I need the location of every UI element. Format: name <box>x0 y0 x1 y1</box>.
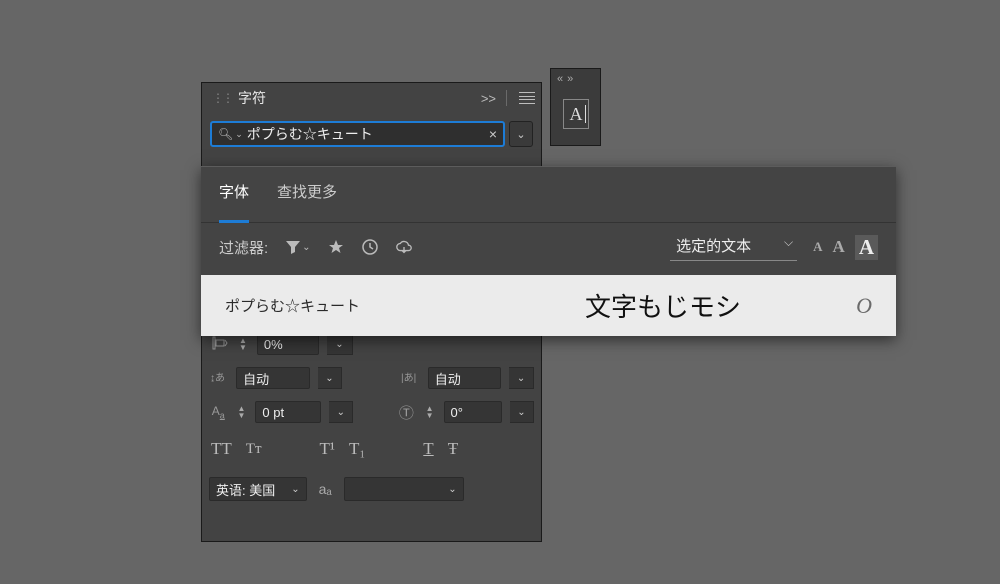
character-controls: ▲▼ 0% ⌄ ↨あ 自动 ⌄ |あ| 自动 ⌄ Aa ▲▼ 0 pt ⌄ Ⓣ … <box>205 333 538 503</box>
dropdown-tabs: 字体 查找更多 <box>201 167 896 223</box>
baseline-dropdown[interactable]: ⌄ <box>329 401 353 423</box>
small-caps-button[interactable]: Tᴛ <box>246 441 262 458</box>
chevron-down-icon: ⌄ <box>448 484 456 495</box>
anti-alias-select[interactable]: ⌄ <box>344 477 464 501</box>
menu-icon[interactable] <box>519 92 535 104</box>
rotate-input[interactable]: 0° <box>444 401 502 423</box>
svg-text:↨あ: ↨あ <box>210 372 225 384</box>
favorites-icon[interactable] <box>327 238 345 256</box>
font-dropdown-popup: 字体 查找更多 过滤器: ⌄ 选定的文本 A A A ポプらむ☆キュート 文字も… <box>201 166 896 336</box>
language-value: 英语: 美国 <box>216 480 275 499</box>
preview-size-toggle: A A A <box>813 235 878 260</box>
type-style-row: TT Tᴛ T¹ T₁ T Ŧ <box>205 435 538 463</box>
cloud-icon[interactable] <box>395 238 413 256</box>
dock-collapse-left[interactable]: « <box>557 73 563 85</box>
font-item-sample: 文字もじモシ <box>585 287 856 324</box>
preview-size-medium[interactable]: A <box>833 237 845 257</box>
spinner[interactable]: ▲▼ <box>236 406 248 419</box>
filter-icon[interactable]: ⌄ <box>284 238 310 256</box>
kerning-row: ▲▼ 0% ⌄ <box>205 333 538 355</box>
clear-icon[interactable]: × <box>487 126 499 142</box>
tracking-left-dropdown[interactable]: ⌄ <box>318 367 343 389</box>
strikethrough-button[interactable]: Ŧ <box>448 439 458 459</box>
superscript-button[interactable]: T¹ <box>320 439 335 459</box>
language-row: 英语: 美国 ⌄ aₐ ⌄ <box>205 475 538 503</box>
recent-icon[interactable] <box>361 238 379 256</box>
font-search-input[interactable]: 🔍︎ ⌄ ポプらむ☆キュート × <box>210 121 505 147</box>
preview-size-small[interactable]: A <box>813 239 822 255</box>
font-list-item[interactable]: ポプらむ☆キュート 文字もじモシ O <box>201 275 896 336</box>
spinner[interactable]: ▲▼ <box>237 338 249 351</box>
tracking-right-icon: |あ| <box>401 370 420 387</box>
kerning-input[interactable]: 0% <box>257 333 319 355</box>
svg-text:|あ|: |あ| <box>401 372 416 384</box>
collapse-button[interactable]: >> <box>477 91 500 106</box>
chevron-down-icon[interactable]: ⌄ <box>235 129 243 140</box>
tab-find-more[interactable]: 查找更多 <box>277 181 337 212</box>
rotate-icon: Ⓣ <box>397 402 416 423</box>
preview-size-large[interactable]: A <box>855 235 878 260</box>
language-select[interactable]: 英语: 美国 ⌄ <box>209 477 307 501</box>
underline-button[interactable]: T <box>423 439 433 459</box>
baseline-row: Aa ▲▼ 0 pt ⌄ Ⓣ ▲▼ 0° ⌄ <box>205 401 538 423</box>
vert-scale-icon <box>209 336 229 353</box>
baseline-input[interactable]: 0 pt <box>255 401 321 423</box>
tracking-left-input[interactable]: 自动 <box>236 367 309 389</box>
rotate-dropdown[interactable]: ⌄ <box>510 401 534 423</box>
tracking-left-icon: ↨あ <box>209 370 228 387</box>
dock-header[interactable]: « » <box>551 69 600 89</box>
docked-panel[interactable]: « » A <box>550 68 601 146</box>
font-item-name: ポプらむ☆キュート <box>225 295 585 316</box>
font-search-row: 🔍︎ ⌄ ポプらむ☆キュート × ⌄ <box>210 121 533 147</box>
chevron-down-icon: ⌄ <box>291 484 299 495</box>
dock-collapse-right[interactable]: » <box>567 73 573 85</box>
kerning-dropdown[interactable]: ⌄ <box>327 333 353 355</box>
filter-row: 过滤器: ⌄ 选定的文本 A A A <box>201 223 896 275</box>
preview-text-select[interactable]: 选定的文本 <box>670 233 797 261</box>
search-value: ポプらむ☆キュート <box>247 124 487 144</box>
font-dropdown-toggle[interactable]: ⌄ <box>509 121 533 147</box>
all-caps-button[interactable]: TT <box>211 439 232 459</box>
separator <box>506 90 507 106</box>
search-icon: 🔍︎ <box>218 127 233 141</box>
panel-title: 字符 <box>238 88 266 108</box>
character-panel-icon[interactable]: A <box>563 99 589 129</box>
anti-alias-label: aₐ <box>319 481 332 497</box>
tracking-right-input[interactable]: 自动 <box>428 367 501 389</box>
tab-fonts[interactable]: 字体 <box>219 181 249 223</box>
tracking-row: ↨あ 自动 ⌄ |あ| 自动 ⌄ <box>205 367 538 389</box>
filter-label: 过滤器: <box>219 237 268 258</box>
spinner[interactable]: ▲▼ <box>424 406 436 419</box>
panel-titlebar[interactable]: ⋮⋮ 字符 >> <box>202 83 541 113</box>
tracking-right-dropdown[interactable]: ⌄ <box>509 367 534 389</box>
font-type-icon: O <box>856 293 872 319</box>
baseline-shift-icon: Aa <box>209 404 228 420</box>
subscript-button[interactable]: T₁ <box>349 439 365 459</box>
grip-icon: ⋮⋮ <box>212 91 232 105</box>
